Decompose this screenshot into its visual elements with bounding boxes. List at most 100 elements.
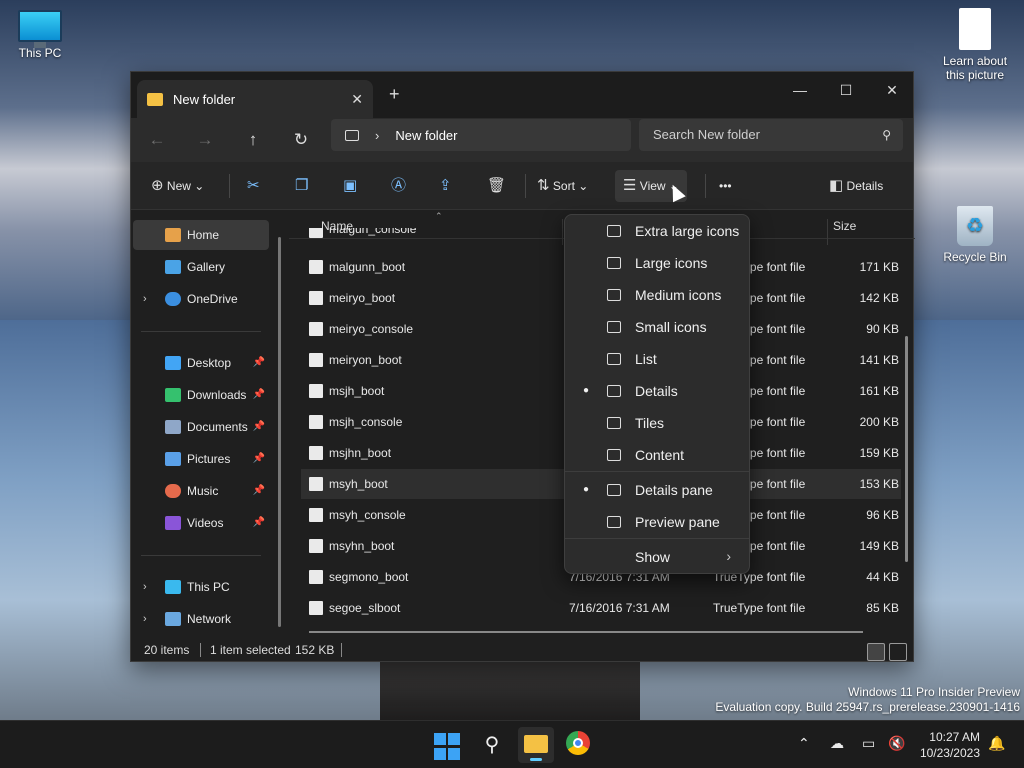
see-more-button[interactable]: •••: [719, 170, 732, 202]
system-clock[interactable]: 10:27 AM 10/23/2023: [920, 729, 980, 761]
file-name: msjh_console: [329, 415, 403, 429]
menu-item-medium-icons[interactable]: Medium icons: [569, 281, 745, 311]
minimize-button[interactable]: —: [777, 76, 823, 104]
share-button[interactable]: ⇪: [439, 170, 452, 202]
item-count: 20 items: [144, 643, 190, 657]
chevron-right-icon[interactable]: ›: [143, 284, 157, 314]
new-button[interactable]: ⊕ New ⌄: [151, 170, 204, 202]
menu-item-preview-pane[interactable]: Preview pane: [569, 508, 745, 538]
document-icon: [959, 8, 991, 50]
details-view-toggle[interactable]: [867, 643, 885, 661]
navigation-pane: Home Gallery › OneDrive Desktop 📌 Downlo…: [131, 213, 283, 633]
new-tab-button[interactable]: +: [389, 84, 400, 105]
view-mode-icon: [607, 257, 621, 269]
details-pane-button[interactable]: ◧ Details: [829, 170, 883, 202]
desktop-icon-learn-about-picture[interactable]: Learn about this picture: [935, 8, 1015, 82]
onedrive-tray-icon[interactable]: ☁: [830, 735, 844, 752]
menu-item-small-icons[interactable]: Small icons: [569, 313, 745, 343]
forward-button[interactable]: →: [191, 126, 219, 154]
sidebar-item-home[interactable]: Home: [133, 220, 269, 250]
start-button[interactable]: [434, 733, 462, 761]
pin-icon[interactable]: 📌: [253, 348, 265, 378]
clock-time: 10:27 AM: [929, 730, 980, 744]
desktop-icon-this-pc[interactable]: This PC: [0, 10, 80, 60]
menu-item-extra-large-icons[interactable]: Extra large icons: [569, 217, 745, 247]
file-name: segoe_slboot: [329, 601, 401, 615]
desktop-icon-recycle-bin[interactable]: ♻ Recycle Bin: [935, 206, 1015, 264]
tiles-view-toggle[interactable]: [889, 643, 907, 661]
menu-item-label: Show: [635, 549, 671, 565]
sidebar-item-label: Home: [187, 228, 220, 242]
refresh-button[interactable]: ↻: [287, 126, 315, 154]
sidebar-item-downloads[interactable]: Downloads 📌: [133, 380, 269, 410]
file-list-scrollbar[interactable]: [905, 336, 908, 562]
horizontal-scrollbar[interactable]: [309, 631, 863, 633]
sidebar-item-music[interactable]: Music 📌: [133, 476, 269, 506]
maximize-button[interactable]: ☐: [823, 76, 869, 104]
pin-icon[interactable]: 📌: [253, 476, 265, 506]
chevron-right-icon[interactable]: ›: [143, 604, 157, 634]
file-name: msjh_boot: [329, 384, 385, 398]
table-row[interactable]: segoe_slboot 7/16/2016 7:31 AM TrueType fo…: [301, 593, 901, 623]
pin-icon[interactable]: 📌: [253, 412, 265, 442]
sidebar-item-pictures[interactable]: Pictures 📌: [133, 444, 269, 474]
back-button[interactable]: ←: [143, 126, 171, 154]
menu-item-content[interactable]: Content: [569, 441, 745, 471]
view-mode-icon: [607, 516, 621, 528]
file-size: 141 KB: [859, 353, 899, 367]
menu-item-details[interactable]: ● Details: [569, 377, 745, 407]
close-window-button[interactable]: ✕: [869, 76, 915, 104]
cloud-icon: [165, 292, 181, 306]
menu-item-label: Content: [635, 447, 685, 463]
sidebar-item-network[interactable]: › Network: [133, 604, 269, 634]
sidebar-item-label: Downloads: [187, 388, 247, 402]
scissors-icon: ✂: [247, 177, 260, 194]
menu-item-show[interactable]: Show ›: [569, 543, 745, 573]
search-input[interactable]: Search New folder ⚲: [639, 119, 903, 151]
sidebar-scrollbar[interactable]: [278, 237, 281, 627]
cut-button[interactable]: ✂: [247, 170, 260, 202]
chevron-up-icon[interactable]: ⌃: [798, 735, 810, 752]
menu-item-details-pane[interactable]: ● Details pane: [569, 476, 745, 506]
rename-button[interactable]: Ⓐ: [391, 170, 406, 202]
search-icon[interactable]: ⚲: [478, 731, 506, 759]
sidebar-item-label: Documents: [187, 420, 248, 434]
breadcrumb-new-folder[interactable]: New folder: [395, 128, 457, 143]
windows-logo-icon: [434, 733, 446, 745]
notification-bell-icon[interactable]: 🔔: [988, 735, 1005, 752]
sidebar-item-onedrive[interactable]: › OneDrive: [133, 284, 269, 314]
up-button[interactable]: ↑: [239, 126, 267, 154]
taskbar: ⚲ ⌃ ☁ ▭ 🔇 10:27 AM 10/23/2023 🔔: [0, 720, 1024, 768]
pin-icon[interactable]: 📌: [253, 444, 265, 474]
sidebar-item-videos[interactable]: Videos 📌: [133, 508, 269, 538]
pin-icon[interactable]: 📌: [253, 380, 265, 410]
menu-item-label: Large icons: [635, 255, 708, 271]
menu-item-large-icons[interactable]: Large icons: [569, 249, 745, 279]
delete-button[interactable]: 🗑: [487, 170, 506, 202]
sidebar-item-gallery[interactable]: Gallery: [133, 252, 269, 282]
close-tab-icon[interactable]: ✕: [351, 91, 363, 108]
tab-new-folder[interactable]: New folder ✕: [137, 80, 373, 118]
volume-muted-icon[interactable]: 🔇: [888, 735, 905, 752]
documents-icon: [165, 420, 181, 434]
sidebar-item-desktop[interactable]: Desktop 📌: [133, 348, 269, 378]
copy-button[interactable]: ❐: [295, 170, 308, 202]
pin-icon[interactable]: 📌: [253, 508, 265, 538]
paste-button[interactable]: ▣: [343, 170, 357, 202]
sort-button[interactable]: ⇅ Sort ⌄: [537, 170, 588, 202]
sidebar-item-this-pc[interactable]: › This PC: [133, 572, 269, 602]
menu-item-list[interactable]: List: [569, 345, 745, 375]
address-bar[interactable]: › New folder: [331, 119, 631, 151]
sidebar-divider: [141, 555, 261, 556]
sidebar-item-documents[interactable]: Documents 📌: [133, 412, 269, 442]
file-name: segmono_boot: [329, 570, 409, 584]
toolbar-divider: [525, 174, 526, 198]
file-explorer-taskbar-button[interactable]: [518, 727, 554, 763]
chevron-right-icon[interactable]: ›: [143, 572, 157, 602]
chrome-icon[interactable]: [566, 731, 590, 755]
chevron-right-icon[interactable]: ›: [375, 128, 379, 143]
network-tray-icon[interactable]: ▭: [862, 735, 875, 752]
file-type: TrueType font file: [713, 601, 806, 615]
menu-item-tiles[interactable]: Tiles: [569, 409, 745, 439]
file-size: 149 KB: [859, 539, 899, 553]
